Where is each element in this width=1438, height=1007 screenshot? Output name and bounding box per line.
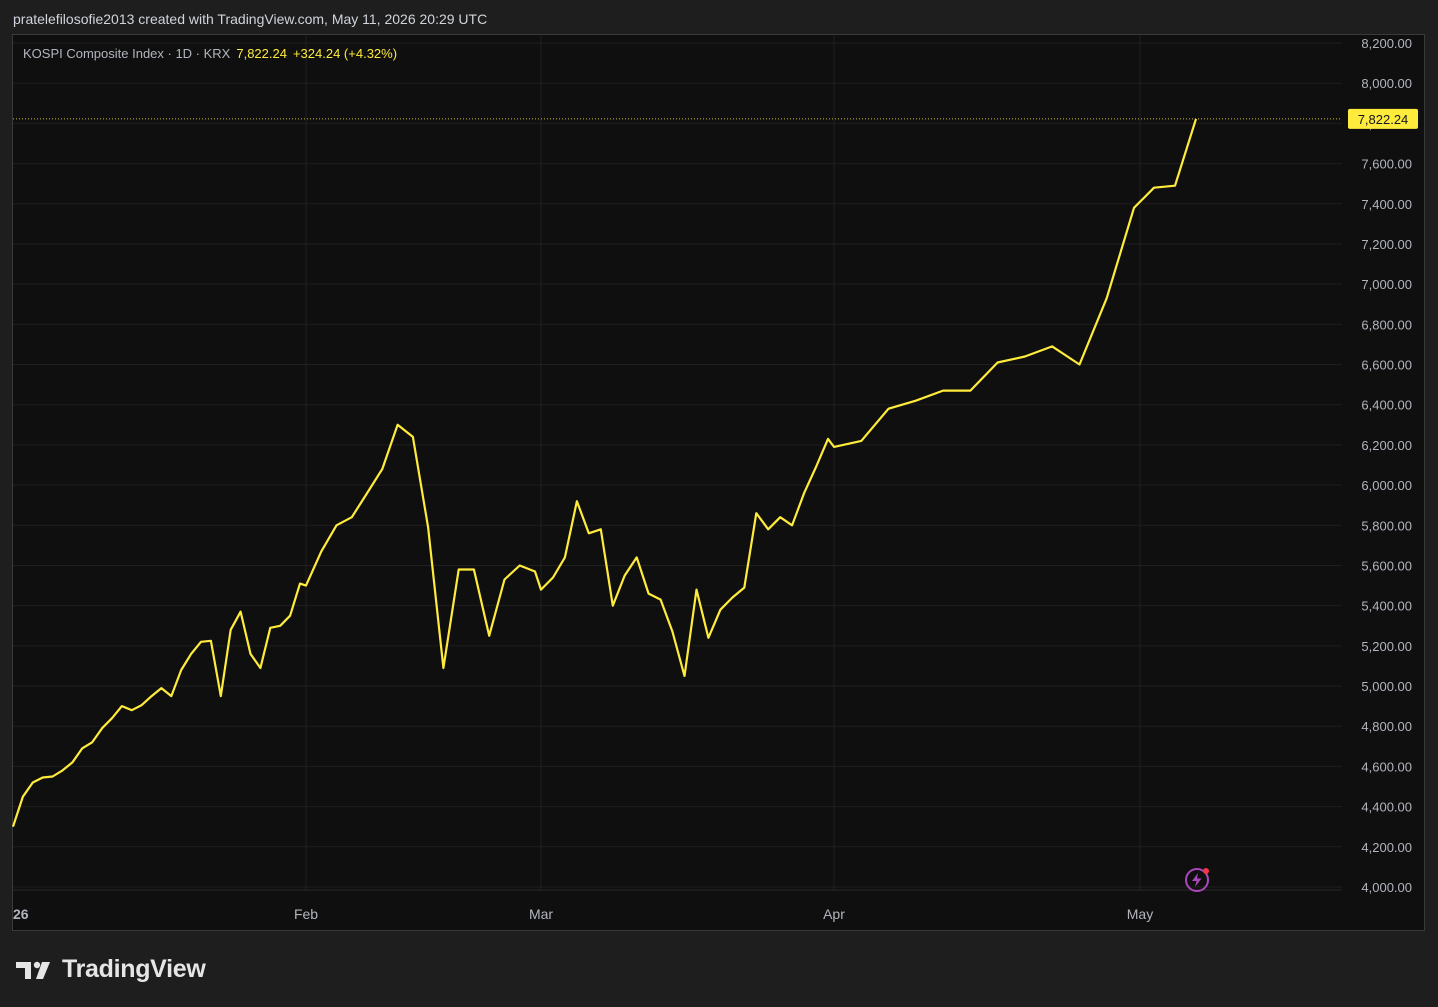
x-tick-label: Feb: [294, 906, 318, 922]
price-chart[interactable]: 4,000.00 4,200.00 4,400.00 4,600.00 4,800.00…: [0, 0, 1438, 1007]
y-tick-label: 4,800.00: [1361, 719, 1412, 734]
legend-last-price: 7,822.24: [236, 46, 287, 61]
price-line-series[interactable]: [11, 118, 1198, 828]
symbol-legend: KOSPI Composite Index · 1D · KRX 7,822.2…: [23, 46, 397, 61]
y-tick-label: 5,400.00: [1361, 599, 1412, 614]
y-tick-label: 5,200.00: [1361, 639, 1412, 654]
tradingview-mark-icon: [16, 961, 50, 979]
y-tick-label: 6,800.00: [1361, 317, 1412, 332]
y-tick-label: 8,200.00: [1361, 36, 1412, 51]
tradingview-logo[interactable]: TradingView: [16, 955, 206, 984]
lightning-alert-icon[interactable]: [1184, 867, 1210, 893]
x-tick-label: May: [1127, 906, 1153, 922]
y-tick-label: 6,400.00: [1361, 398, 1412, 413]
legend-symbol[interactable]: KOSPI Composite Index · 1D · KRX: [23, 46, 230, 61]
brand-name: TradingView: [62, 955, 206, 983]
y-tick-label: 7,200.00: [1361, 237, 1412, 252]
y-tick-label: 6,000.00: [1361, 478, 1412, 493]
legend-change: +324.24 (+4.32%): [292, 46, 398, 61]
y-tick-label: 5,800.00: [1361, 518, 1412, 533]
y-tick-label: 7,600.00: [1361, 157, 1412, 172]
y-tick-label: 6,600.00: [1361, 358, 1412, 373]
y-tick-label: 4,400.00: [1361, 800, 1412, 815]
y-tick-label: 7,000.00: [1361, 277, 1412, 292]
y-tick-label: 4,600.00: [1361, 759, 1412, 774]
x-tick-label: 26: [13, 906, 29, 922]
y-tick-label: 7,400.00: [1361, 197, 1412, 212]
y-tick-label: 8,000.00: [1361, 76, 1412, 91]
x-tick-label: Mar: [529, 906, 553, 922]
last-price-tag-label: 7,822.24: [1358, 112, 1409, 127]
y-tick-label: 5,000.00: [1361, 679, 1412, 694]
y-tick-label: 5,600.00: [1361, 558, 1412, 573]
y-tick-label: 4,200.00: [1361, 840, 1412, 855]
y-tick-label: 6,200.00: [1361, 438, 1412, 453]
y-tick-label: 4,000.00: [1361, 880, 1412, 895]
x-tick-label: Apr: [823, 906, 845, 922]
